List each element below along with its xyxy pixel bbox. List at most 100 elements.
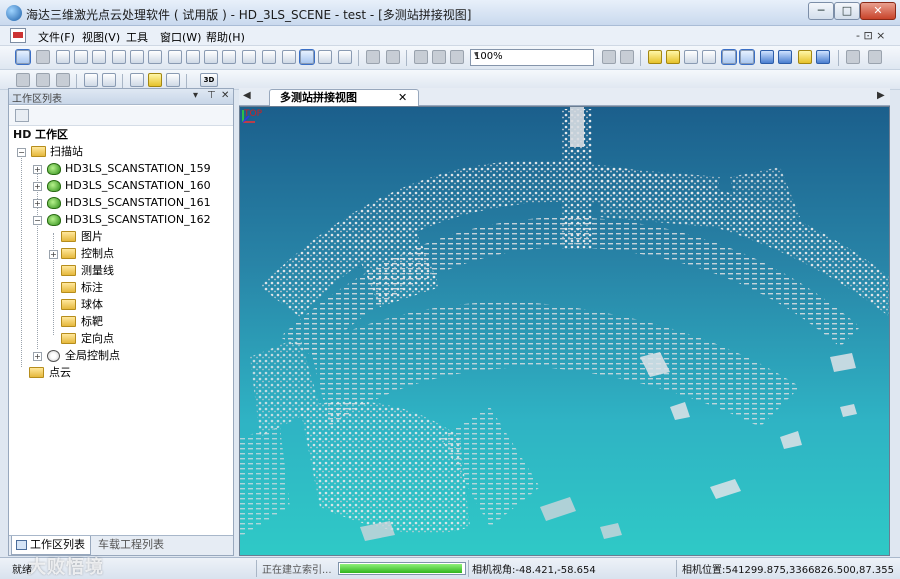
open-folder-icon[interactable] <box>148 73 162 87</box>
tab-multi-station-view[interactable]: 多测站拼接视图 ✕ <box>269 89 419 106</box>
erase-icon[interactable] <box>432 50 446 64</box>
measure-line-icon[interactable] <box>366 50 380 64</box>
expand-icon[interactable]: + <box>33 352 42 361</box>
cube-back-icon[interactable] <box>186 50 200 64</box>
grid-large-icon[interactable] <box>318 50 332 64</box>
tree-item-label: 标靶 <box>81 315 103 328</box>
expand-icon[interactable]: + <box>33 165 42 174</box>
select-tool-icon[interactable] <box>15 49 31 65</box>
cube-front-icon[interactable] <box>168 50 182 64</box>
color-icon[interactable] <box>798 50 812 64</box>
view-left-icon[interactable] <box>130 50 144 64</box>
status-divider <box>676 560 677 577</box>
folder-open-icon <box>29 367 44 378</box>
panel-pin-icon[interactable]: ⊤ <box>207 90 216 101</box>
index-progress-bar <box>338 562 466 575</box>
palette-icon[interactable] <box>816 50 830 64</box>
menu-view[interactable]: 视图(V) <box>82 29 120 45</box>
mdi-window-controls[interactable]: - ⊡ × <box>856 29 885 42</box>
menu-window[interactable]: 窗口(W) <box>160 29 201 45</box>
zoom-in-icon[interactable] <box>56 50 70 64</box>
view-up-icon[interactable] <box>112 50 126 64</box>
app-icon <box>6 5 22 21</box>
panel-title-bar: 工作区列表 ▾ ⊤ ✕ <box>9 89 233 105</box>
point-cloud-viewport[interactable]: TOP <box>239 106 890 556</box>
select-poly-icon[interactable] <box>666 50 680 64</box>
rotate-icon[interactable] <box>338 50 352 64</box>
tree-item-spheres[interactable]: 球体 <box>61 297 181 313</box>
tree-item-station-162[interactable]: − HD3LS_SCANSTATION_162 <box>33 212 223 228</box>
grid-small-icon[interactable] <box>282 50 296 64</box>
menu-tools[interactable]: 工具 <box>126 29 148 45</box>
cube-iso-icon[interactable] <box>262 50 276 64</box>
tree-item-station-161[interactable]: + HD3LS_SCANSTATION_161 <box>33 195 223 211</box>
measure-point-icon[interactable] <box>386 50 400 64</box>
zoom-select[interactable]: 100% ▾ <box>470 49 594 66</box>
zoom-minus-icon[interactable] <box>620 50 634 64</box>
save-icon[interactable] <box>166 73 180 87</box>
watermark-text: 大败悟境 <box>28 557 104 578</box>
tree-item-annotations[interactable]: 标注 <box>61 280 181 296</box>
undo-icon[interactable] <box>16 73 30 87</box>
tab-vehicle-projects[interactable]: 车载工程列表 <box>95 536 185 555</box>
frame-icon[interactable] <box>450 50 464 64</box>
cube-right-icon[interactable] <box>222 50 236 64</box>
collapse-icon[interactable]: − <box>17 148 26 157</box>
tree-item-station-160[interactable]: + HD3LS_SCANSTATION_160 <box>33 178 223 194</box>
tree-item-targets[interactable]: 标靶 <box>61 314 181 330</box>
panel-close-icon[interactable]: ✕ <box>221 90 229 101</box>
status-bar: 就绪 正在建立索引... 相机视角:-48.421,-58.654 相机位置:5… <box>0 557 900 579</box>
menu-file[interactable]: 文件(F) <box>38 29 75 45</box>
tab-scroll-left-icon[interactable]: ◀ <box>243 90 251 101</box>
close-button[interactable]: ✕ <box>860 2 896 20</box>
tree-item-scan-stations[interactable]: − 扫描站 <box>17 144 137 160</box>
toolbar-separator <box>406 50 407 66</box>
redo-icon[interactable] <box>36 73 50 87</box>
menu-help[interactable]: 帮助(H) <box>206 29 245 45</box>
pause-icon[interactable] <box>846 50 860 64</box>
status-divider <box>468 560 469 577</box>
workspace-tab-icon <box>16 540 27 550</box>
select-inside-icon[interactable] <box>684 50 698 64</box>
pan-icon[interactable] <box>92 50 106 64</box>
select-outside-icon[interactable] <box>702 50 716 64</box>
panel-menu-icon[interactable]: ▾ <box>193 90 198 101</box>
expand-icon[interactable]: + <box>33 182 42 191</box>
zoom-extent-icon[interactable] <box>74 50 88 64</box>
settings-icon[interactable] <box>760 50 774 64</box>
cube-left-icon[interactable] <box>204 50 218 64</box>
zoom-plus-icon[interactable] <box>602 50 616 64</box>
collapse-icon[interactable]: − <box>33 216 42 225</box>
select-mode-icon[interactable] <box>721 49 737 65</box>
maximize-button[interactable]: □ <box>834 2 860 20</box>
tree-item-pictures[interactable]: 图片 <box>61 229 181 245</box>
select-rect-icon[interactable] <box>648 50 662 64</box>
tree-item-point-cloud[interactable]: 点云 <box>29 365 149 381</box>
close-icon[interactable]: ✕ <box>398 90 407 105</box>
cube-top-icon[interactable] <box>242 50 256 64</box>
tree-item-global-control-points[interactable]: + 全局控制点 <box>33 348 183 364</box>
refresh-icon[interactable] <box>56 73 70 87</box>
expand-icon[interactable]: + <box>33 199 42 208</box>
3d-view-button[interactable]: 3D <box>200 73 218 87</box>
minimize-button[interactable]: ─ <box>808 2 834 20</box>
snap-icon[interactable] <box>84 73 98 87</box>
link-icon[interactable] <box>102 73 116 87</box>
tree-item-control-points[interactable]: + 控制点 <box>49 246 189 262</box>
grid-medium-icon[interactable] <box>299 49 315 65</box>
new-file-icon[interactable] <box>130 73 144 87</box>
expand-icon[interactable]: + <box>49 250 58 259</box>
tree-guide <box>21 149 22 367</box>
tab-scroll-right-icon[interactable]: ▶ <box>877 90 885 101</box>
view-right-icon[interactable] <box>148 50 162 64</box>
tree-item-measure-lines[interactable]: 测量线 <box>61 263 181 279</box>
tree-item-orientation-points[interactable]: 定向点 <box>61 331 181 347</box>
tree-item-station-159[interactable]: + HD3LS_SCANSTATION_159 <box>33 161 223 177</box>
select-all-icon[interactable] <box>739 49 755 65</box>
picture-icon[interactable] <box>15 109 29 122</box>
circle-tool-icon[interactable] <box>36 50 50 64</box>
document-icon[interactable] <box>10 28 26 43</box>
export-icon[interactable] <box>778 50 792 64</box>
cut-icon[interactable] <box>414 50 428 64</box>
next-icon[interactable] <box>868 50 882 64</box>
